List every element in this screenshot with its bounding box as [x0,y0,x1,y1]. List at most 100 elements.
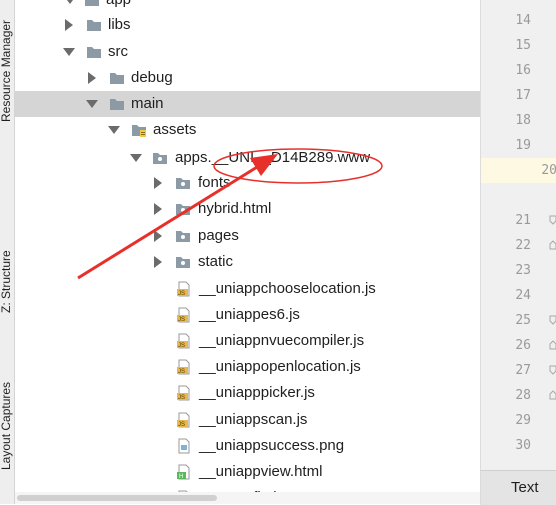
chevron-down-icon[interactable] [64,0,76,4]
tree-item-label: pages [198,227,239,244]
line-number: 30 [515,438,531,453]
line-number: 26 [515,338,531,353]
tree-item-main[interactable]: main [15,91,480,117]
fold-marker-icon[interactable] [549,340,556,350]
chevron-right-icon[interactable] [154,256,162,268]
line-number: 17 [515,88,531,103]
js-file-icon: JS [177,359,190,375]
line-number: 21 [515,213,531,228]
line-number: 29 [515,413,531,428]
line-number: 15 [515,38,531,53]
chevron-right-icon[interactable] [154,230,162,242]
tree-item-libs[interactable]: libs [15,12,480,38]
tree-item-label: libs [108,16,131,33]
chevron-right-icon[interactable] [154,203,162,215]
resource-manager-tab[interactable]: Resource Manager [0,0,14,125]
chevron-down-icon[interactable] [86,100,98,108]
line-number: 14 [515,13,531,28]
tree-item-uniappview-html[interactable]: H __uniappview.html [15,459,480,485]
tree-item-fonts[interactable]: fonts [15,170,480,196]
package-folder-icon [153,153,167,164]
line-number: 16 [515,63,531,78]
tree-item-src[interactable]: src [15,39,480,65]
tree-item-static[interactable]: static [15,249,480,275]
module-folder-icon [85,0,99,6]
horizontal-scrollbar[interactable] [15,492,480,504]
line-number: 22 [515,238,531,253]
tree-item-uniapppicker-js[interactable]: JS __uniapppicker.js [15,380,480,406]
tree-item-label: src [108,43,128,60]
package-folder-icon [176,231,190,242]
tree-item-label: __uniappnvuecompiler.js [199,332,365,349]
tree-item-label: apps.__UNI__D14B289.www [175,149,371,166]
tree-item-label: debug [131,69,173,86]
line-number: 19 [515,138,531,153]
js-file-icon: JS [177,281,190,297]
tree-item-label: main [131,95,164,112]
chevron-down-icon[interactable] [108,126,120,134]
tree-item-uniappscan-js[interactable]: JS __uniappscan.js [15,407,480,433]
tree-item-label: __uniapppicker.js [199,384,315,401]
tree-item-label: __uniappview.html [199,463,323,480]
svg-text:JS: JS [178,343,185,349]
tree-item-assets[interactable]: assets [15,117,480,143]
tool-window-strip: Resource Manager Z: Structure Layout Cap… [0,0,15,504]
scrollbar-thumb[interactable] [17,495,217,501]
folder-icon [87,20,101,31]
js-file-icon: JS [177,333,190,349]
folder-icon [87,47,101,58]
structure-tab-label: Z: Structure [0,250,13,313]
tree-item-label: static [198,253,234,270]
line-number: 28 [515,388,531,403]
tree-item-uniappnvuecompiler-js[interactable]: JS __uniappnvuecompiler.js [15,328,480,354]
tree-item-uniappopenlocation-js[interactable]: JS __uniappopenlocation.js [15,354,480,380]
fold-marker-icon[interactable] [549,215,556,225]
chevron-right-icon[interactable] [154,177,162,189]
folder-icon [110,73,124,84]
current-line-number: 20 [481,158,556,183]
js-file-icon: JS [177,385,190,401]
svg-text:JS: JS [178,422,185,428]
layout-captures-tab[interactable]: Layout Captures [0,365,14,504]
tree-item-label: __uniappes6.js [199,306,300,323]
tree-item-pages[interactable]: pages [15,223,480,249]
structure-tab[interactable]: Z: Structure [0,235,14,315]
project-tree: app libs src debug main [15,0,480,504]
package-folder-icon [176,257,190,268]
editor-gutter: 14 15 16 17 18 19 20 21 22 23 24 25 26 2… [480,0,556,470]
folder-icon [110,99,124,110]
tree-item-uniappchooselocation-js[interactable]: JS __uniappchooselocation.js [15,276,480,302]
image-file-icon [178,438,190,454]
tree-item-uniappsuccess-png[interactable]: __uniappsuccess.png [15,433,480,459]
tree-item-label: __uniappscan.js [199,411,308,428]
js-file-icon: JS [177,412,190,428]
fold-marker-icon[interactable] [549,240,556,250]
tree-item-uniappes6-js[interactable]: JS __uniappes6.js [15,302,480,328]
package-folder-icon [176,204,190,215]
resource-manager-tab-label: Resource Manager [0,19,13,122]
chevron-down-icon[interactable] [130,154,142,162]
tree-item-debug[interactable]: debug [15,65,480,91]
svg-text:H: H [179,474,183,480]
tree-item-label: __uniappchooselocation.js [199,280,376,297]
tree-item-apps-www[interactable]: apps.__UNI__D14B289.www [15,145,480,171]
chevron-right-icon[interactable] [65,19,73,31]
text-tab[interactable]: Text [480,470,556,505]
chevron-down-icon[interactable] [63,48,75,56]
tree-item-label: __uniappsuccess.png [199,437,345,454]
layout-captures-tab-label: Layout Captures [0,381,13,470]
tree-item-hybrid-html[interactable]: hybrid.html [15,196,480,222]
svg-text:JS: JS [178,395,185,401]
line-number: 20 [541,163,556,178]
chevron-right-icon[interactable] [88,72,96,84]
line-number: 25 [515,313,531,328]
html-file-icon: H [177,464,190,480]
tree-item-label: assets [153,121,197,138]
fold-marker-icon[interactable] [549,315,556,325]
fold-marker-icon[interactable] [549,390,556,400]
tree-item-label: hybrid.html [198,200,272,217]
line-number: 24 [515,288,531,303]
fold-marker-icon[interactable] [549,365,556,375]
line-number: 27 [515,363,531,378]
assets-folder-icon [132,125,146,137]
